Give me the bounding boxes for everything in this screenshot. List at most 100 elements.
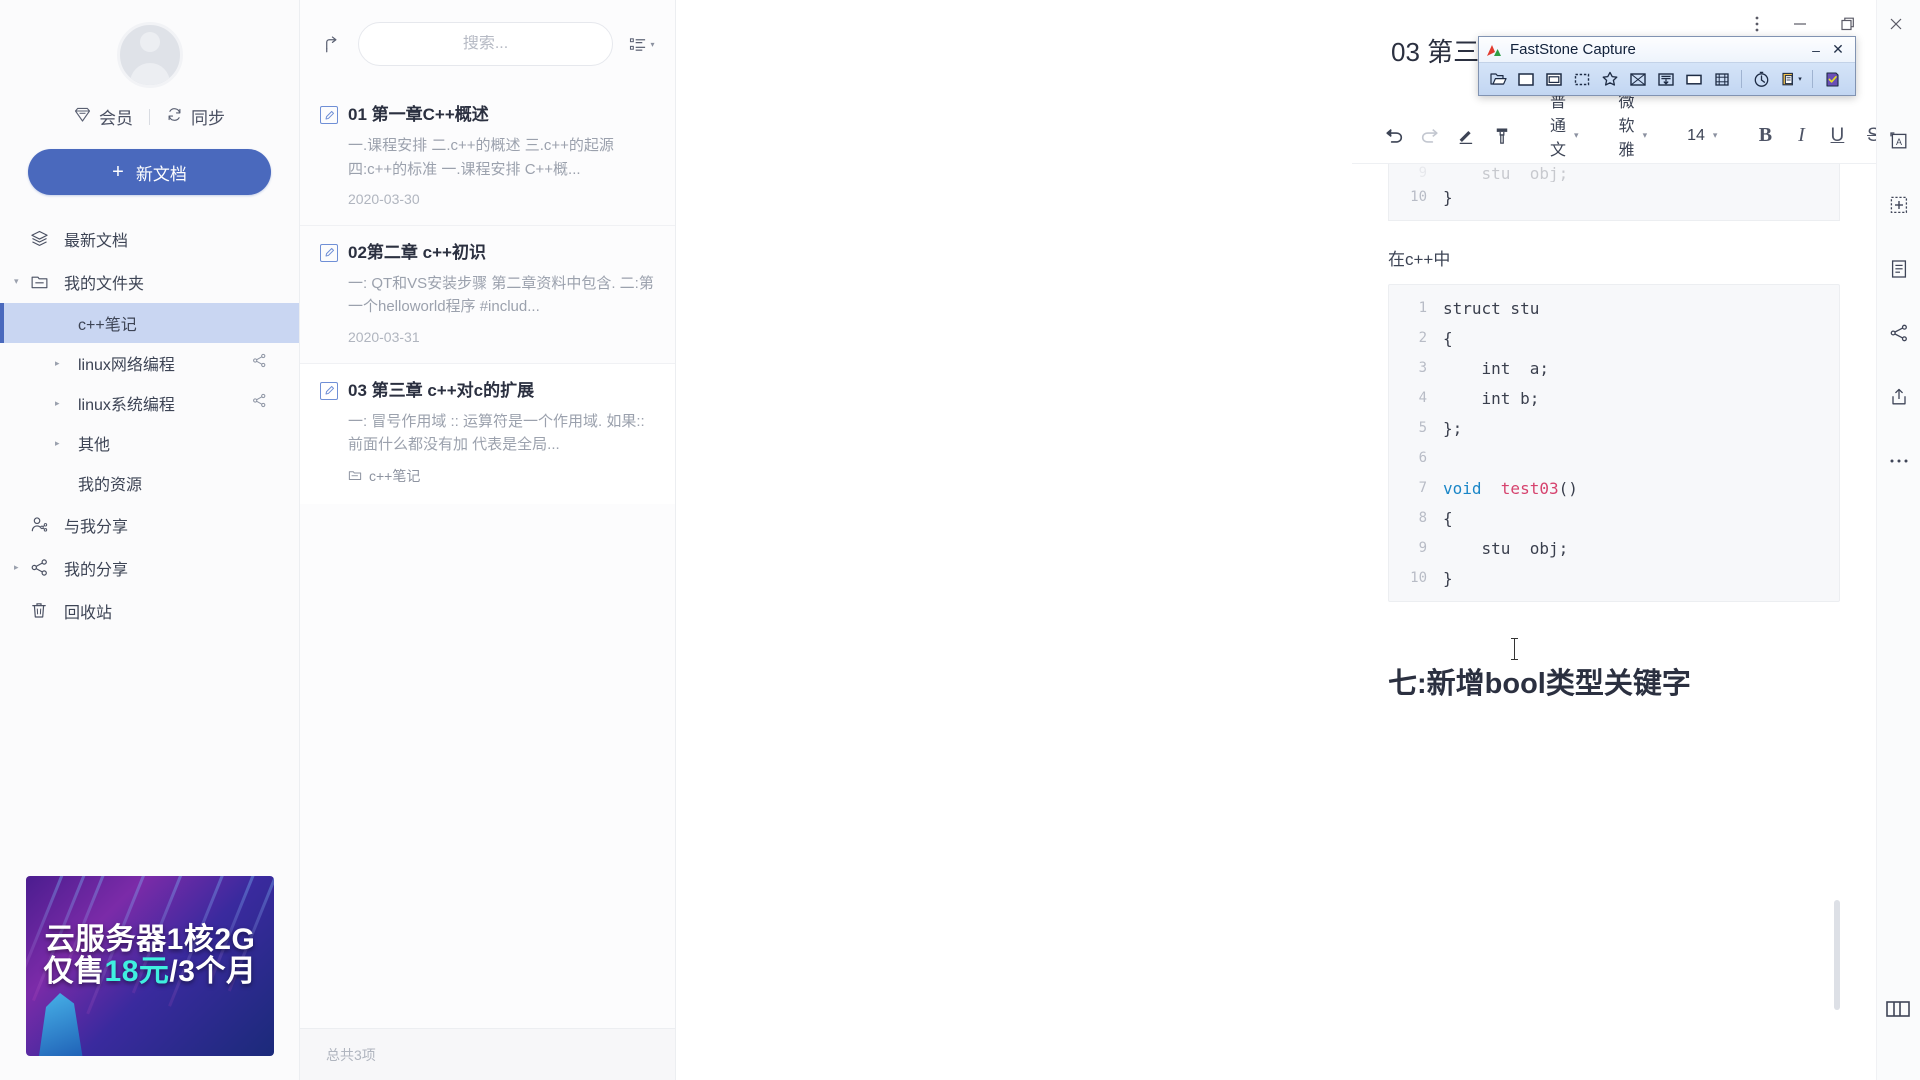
more-dots-icon[interactable] bbox=[1886, 448, 1912, 474]
search-input[interactable] bbox=[359, 35, 612, 53]
settings-icon[interactable] bbox=[1819, 67, 1845, 91]
editor-pane: 03 第三章 c++对c的扩展 普通文本 ▾ 微软雅黑 ▾ bbox=[676, 0, 1920, 1080]
list-item[interactable]: 02第二章 c++初识 一: QT和VS安装步骤 第二章资料中包含. 二:第一个… bbox=[300, 224, 675, 363]
list-item-title: 01 第一章C++概述 bbox=[348, 105, 489, 124]
new-document-label: 新文档 bbox=[135, 164, 187, 184]
sidebar-item-linux-system[interactable]: ▸ linux系统编程 bbox=[0, 383, 299, 423]
redo-icon[interactable] bbox=[1412, 118, 1448, 154]
open-file-icon[interactable] bbox=[1485, 67, 1511, 91]
search-box[interactable] bbox=[358, 22, 613, 66]
faststone-capture-window[interactable]: FastStone Capture – ✕ ▾ bbox=[1478, 36, 1856, 96]
faststone-close-button[interactable]: ✕ bbox=[1827, 41, 1849, 58]
share-icon bbox=[30, 558, 56, 577]
capture-window-object-icon[interactable] bbox=[1541, 67, 1567, 91]
sync-label: 同步 bbox=[191, 109, 225, 128]
folder-icon bbox=[30, 273, 56, 290]
document-list-panel: ▾ 01 第一章C++概述 一.课程安排 二.c++的概述 三.c++的起源 四… bbox=[300, 0, 676, 1080]
timer-icon[interactable] bbox=[1748, 67, 1774, 91]
trash-icon bbox=[30, 601, 56, 620]
avatar[interactable] bbox=[116, 22, 183, 88]
capture-fixed-region-icon[interactable] bbox=[1681, 67, 1707, 91]
capture-rectangle-icon[interactable] bbox=[1569, 67, 1595, 91]
new-document-button[interactable]: + 新文档 bbox=[28, 149, 271, 195]
sidebar-item-shared-with-me[interactable]: 与我分享 bbox=[0, 503, 299, 546]
undo-icon[interactable] bbox=[1376, 118, 1412, 154]
list-item-title-row: 01 第一章C++概述 bbox=[320, 104, 655, 125]
sidebar-item-linux-network[interactable]: ▸ linux网络编程 bbox=[0, 343, 299, 383]
code-tail: () bbox=[1558, 478, 1578, 498]
member-button[interactable]: 会员 bbox=[74, 104, 133, 129]
list-item-title-row: 03 第三章 c++对c的扩展 bbox=[320, 380, 655, 401]
code-line: 2{ bbox=[1389, 323, 1839, 353]
output-clipboard-icon[interactable]: ▾ bbox=[1776, 67, 1806, 91]
list-item-snippet: 一: 冒号作用域 :: 运算符是一个作用域. 如果::前面什么都没有加 代表是全… bbox=[348, 412, 645, 453]
sort-list-icon[interactable]: ▾ bbox=[623, 36, 661, 53]
advertisement-banner[interactable]: 云服务器1核2G 仅售18元/3个月 bbox=[26, 876, 274, 1056]
chevron-right-icon[interactable]: ▸ bbox=[55, 358, 60, 369]
document-body[interactable]: 9 stu obj; 10 } 在c++中 1 struct stu 2{ 3 i… bbox=[1352, 164, 1876, 1080]
text-cursor bbox=[1511, 638, 1518, 660]
sidebar-item-cpp-notes[interactable]: c++笔记 bbox=[0, 303, 299, 343]
underline-button[interactable]: U bbox=[1819, 118, 1855, 154]
back-arrow-icon[interactable] bbox=[314, 34, 348, 55]
insert-plus-icon[interactable] bbox=[1886, 192, 1912, 218]
list-item[interactable]: 03 第三章 c++对c的扩展 一: 冒号作用域 :: 运算符是一个作用域. 如… bbox=[300, 362, 675, 505]
text-annotate-icon[interactable]: A bbox=[1886, 128, 1912, 154]
code-block-partial[interactable]: 9 stu obj; 10 } bbox=[1388, 164, 1840, 221]
sidebar-item-latest-docs[interactable]: 最新文档 bbox=[0, 217, 299, 260]
code-line-text: stu obj; bbox=[1443, 164, 1569, 182]
chevron-right-icon[interactable]: ▸ bbox=[14, 562, 26, 573]
sync-button[interactable]: 同步 bbox=[166, 104, 225, 129]
ad-line2-prefix: 仅售 bbox=[43, 955, 105, 989]
paragraph-text[interactable]: 在c++中 bbox=[1388, 245, 1840, 270]
chevron-down-icon[interactable]: ▾ bbox=[14, 276, 26, 287]
sidebar-item-trash[interactable]: 回收站 bbox=[0, 589, 299, 632]
section-heading[interactable]: 七:新增bool类型关键字 bbox=[1388, 638, 1840, 702]
share-node-icon[interactable] bbox=[1886, 320, 1912, 346]
capture-scrolling-window-icon[interactable] bbox=[1653, 67, 1679, 91]
list-item-folder-label: c++笔记 bbox=[369, 468, 421, 485]
code-block[interactable]: 1 struct stu 2{ 3 int a; 4 int b; 5}; 6 7… bbox=[1388, 284, 1840, 602]
document-content: 9 stu obj; 10 } 在c++中 1 struct stu 2{ 3 i… bbox=[1352, 164, 1876, 702]
close-icon[interactable] bbox=[1872, 0, 1920, 48]
font-size-select[interactable]: 14 ▾ bbox=[1677, 119, 1727, 153]
divider bbox=[1741, 70, 1742, 88]
faststone-minimize-button[interactable]: – bbox=[1805, 42, 1827, 58]
vertical-scrollbar[interactable] bbox=[1834, 900, 1840, 1010]
screen-recorder-icon[interactable] bbox=[1709, 67, 1735, 91]
code-line-number: 6 bbox=[1418, 450, 1427, 466]
capture-freehand-icon[interactable] bbox=[1597, 67, 1623, 91]
bold-button[interactable]: B bbox=[1747, 118, 1783, 154]
font-family-select[interactable]: 微软雅黑 ▾ bbox=[1609, 94, 1658, 183]
code-line-number: 1 bbox=[1418, 300, 1427, 316]
sidebar-item-my-folder[interactable]: ▾ 我的文件夹 bbox=[0, 260, 299, 303]
sidebar-item-label: 我的文件夹 bbox=[64, 275, 145, 293]
capture-fullscreen-icon[interactable] bbox=[1625, 67, 1651, 91]
panel-columns-icon[interactable] bbox=[1885, 999, 1911, 1024]
list-header: ▾ bbox=[300, 0, 675, 88]
capture-active-window-icon[interactable] bbox=[1513, 67, 1539, 91]
chevron-right-icon[interactable]: ▸ bbox=[55, 438, 60, 449]
eraser-icon[interactable] bbox=[1448, 118, 1484, 154]
right-rail: A bbox=[1876, 0, 1920, 1080]
share-icon[interactable] bbox=[252, 393, 267, 413]
code-line-text: struct stu bbox=[1443, 298, 1540, 318]
code-line-number: 3 bbox=[1418, 360, 1427, 376]
format-painter-icon[interactable] bbox=[1484, 118, 1520, 154]
sidebar-item-other[interactable]: ▸ 其他 bbox=[0, 423, 299, 463]
sidebar-item-my-resources[interactable]: 我的资源 bbox=[0, 463, 299, 503]
code-line-number: 9 bbox=[1418, 540, 1427, 556]
share-icon[interactable] bbox=[252, 353, 267, 373]
left-sidebar: 会员 同步 + 新文档 最新文档 ▾ 我的文件夹 c++笔记 ▸ linux网络… bbox=[0, 0, 300, 1080]
sidebar-item-my-shares[interactable]: ▸ 我的分享 bbox=[0, 546, 299, 589]
svg-text:A: A bbox=[1896, 137, 1902, 147]
list-item-date: 2020-03-31 bbox=[348, 328, 420, 345]
faststone-titlebar[interactable]: FastStone Capture – ✕ bbox=[1479, 37, 1855, 63]
ad-price: 18元 bbox=[104, 955, 170, 989]
italic-button[interactable]: I bbox=[1783, 118, 1819, 154]
outline-icon[interactable] bbox=[1886, 256, 1912, 282]
list-item[interactable]: 01 第一章C++概述 一.课程安排 二.c++的概述 三.c++的起源 四:c… bbox=[300, 88, 675, 225]
export-upload-icon[interactable] bbox=[1886, 384, 1912, 410]
chevron-right-icon[interactable]: ▸ bbox=[55, 398, 60, 409]
paragraph-style-select[interactable]: 普通文本 ▾ bbox=[1540, 94, 1589, 183]
